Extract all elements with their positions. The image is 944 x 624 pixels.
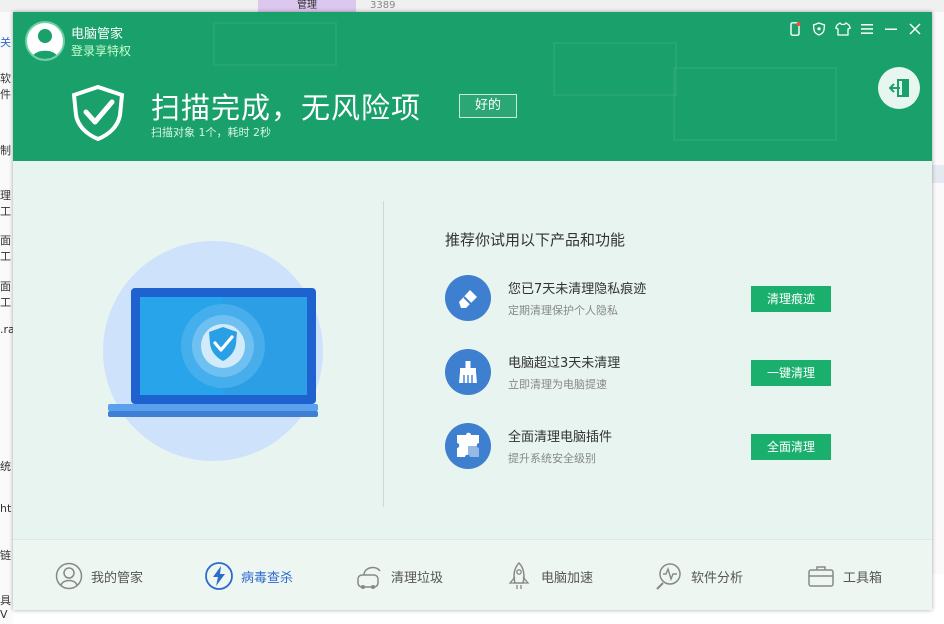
- full-clean-button[interactable]: 全面清理: [751, 434, 831, 460]
- phone-icon: [790, 22, 801, 36]
- background-taskbar: [0, 0, 944, 12]
- minimize-button[interactable]: [882, 20, 900, 38]
- exit-panel-button[interactable]: [878, 67, 920, 109]
- background-number: 3389: [370, 0, 396, 11]
- nav-my-manager[interactable]: 我的管家: [53, 560, 143, 592]
- bg-fragment: 具V: [0, 594, 11, 621]
- shirt-icon: [835, 22, 851, 36]
- ghost-decoration: [673, 67, 837, 141]
- background-tab: 管理: [258, 0, 356, 12]
- nav-label: 工具箱: [843, 570, 883, 586]
- nav-speed-up[interactable]: 电脑加速: [503, 560, 593, 592]
- recommend-item-title: 您已7天未清理隐私痕迹: [508, 282, 647, 297]
- eraser-icon: [445, 275, 491, 321]
- nav-label: 我的管家: [91, 570, 144, 586]
- content-divider: [383, 201, 384, 507]
- vacuum-icon: [353, 560, 385, 592]
- scan-result-title: 扫描完成，无风险项: [151, 91, 422, 125]
- recommend-item: 您已7天未清理隐私痕迹 定期清理保护个人隐私 清理痕迹: [445, 275, 865, 325]
- avatar-icon: [53, 560, 85, 592]
- recommend-title: 推荐你试用以下产品和功能: [445, 231, 626, 249]
- background-file-row: [13, 610, 932, 624]
- nav-software-analysis[interactable]: 软件分析: [653, 560, 743, 592]
- nav-clean-junk[interactable]: 清理垃圾: [353, 560, 443, 592]
- bg-fragment: 链: [0, 549, 11, 562]
- app-title: 电脑管家: [71, 27, 124, 42]
- bg-fragment: 面工: [0, 280, 11, 309]
- toolbox-icon: [805, 560, 837, 592]
- pc-manager-window: 电脑管家 登录享特权 扫描完成，无风险项 好的 扫描对象 1个，耗时 2秒 推荐…: [13, 12, 932, 610]
- shield-button[interactable]: [810, 20, 828, 38]
- recommend-item: 电脑超过3天未清理 立即清理为电脑提速 一键清理: [445, 349, 865, 399]
- ghost-decoration: [553, 42, 677, 96]
- scan-info-text: 扫描对象 1个，耗时 2秒: [151, 126, 271, 139]
- shield-check-icon: [71, 84, 125, 142]
- menu-button[interactable]: [858, 20, 876, 38]
- recommend-item-subtitle: 提升系统安全级别: [508, 452, 596, 465]
- background-selected-row: [932, 165, 944, 183]
- ghost-decoration: [213, 22, 337, 66]
- menu-icon: [861, 24, 873, 34]
- user-avatar[interactable]: [25, 21, 65, 61]
- lightning-shield-icon: [203, 560, 235, 592]
- shield-small-icon: [812, 22, 826, 36]
- nav-label: 清理垃圾: [391, 570, 444, 586]
- bg-fragment: 统: [0, 460, 11, 473]
- bg-fragment: 理工: [0, 189, 11, 218]
- puzzle-icon: [445, 423, 491, 469]
- recommend-item-title: 电脑超过3天未清理: [508, 356, 621, 371]
- exit-icon: [889, 79, 909, 97]
- bg-fragment: 面工: [0, 234, 11, 263]
- nav-label: 病毒查杀: [241, 570, 294, 586]
- bg-fragment: 制: [0, 144, 11, 157]
- bg-fragment: 关: [0, 36, 11, 49]
- magnifier-pulse-icon: [653, 560, 685, 592]
- ok-button[interactable]: 好的: [459, 94, 517, 118]
- window-controls: [786, 20, 924, 38]
- rocket-icon: [503, 560, 535, 592]
- laptop-shield-illustration: [103, 241, 323, 461]
- bottom-nav: 我的管家 病毒查杀 清理垃圾 电脑加速 软件分析 工具箱: [13, 539, 932, 610]
- background-left-pane: 关 软件 制 理工 面工 面工 .ra 统 ht 链 具V: [0, 12, 15, 624]
- recommend-item-subtitle: 立即清理为电脑提速: [508, 378, 607, 391]
- user-silhouette-icon: [32, 29, 58, 59]
- minimize-icon: [885, 28, 897, 30]
- close-icon: [909, 23, 921, 35]
- background-right-pane: [932, 12, 944, 624]
- recommend-item-subtitle: 定期清理保护个人隐私: [508, 304, 618, 317]
- nav-label: 电脑加速: [541, 570, 594, 586]
- skin-button[interactable]: [834, 20, 852, 38]
- nav-virus-scan[interactable]: 病毒查杀: [203, 560, 293, 592]
- nav-label: 软件分析: [691, 570, 744, 586]
- close-button[interactable]: [906, 20, 924, 38]
- bg-fragment: ht: [0, 502, 12, 515]
- login-link[interactable]: 登录享特权: [71, 42, 131, 59]
- broom-icon: [445, 349, 491, 395]
- content-area: 推荐你试用以下产品和功能 您已7天未清理隐私痕迹 定期清理保护个人隐私 清理痕迹: [13, 161, 932, 539]
- phone-button[interactable]: [786, 20, 804, 38]
- one-click-clean-button[interactable]: 一键清理: [751, 360, 831, 386]
- recommend-item: 全面清理电脑插件 提升系统安全级别 全面清理: [445, 423, 865, 473]
- nav-toolbox[interactable]: 工具箱: [805, 560, 882, 592]
- clean-traces-button[interactable]: 清理痕迹: [751, 286, 831, 312]
- recommend-item-title: 全面清理电脑插件: [508, 430, 613, 445]
- result-header: 电脑管家 登录享特权 扫描完成，无风险项 好的 扫描对象 1个，耗时 2秒: [13, 12, 932, 161]
- bg-fragment: 软件: [0, 72, 11, 101]
